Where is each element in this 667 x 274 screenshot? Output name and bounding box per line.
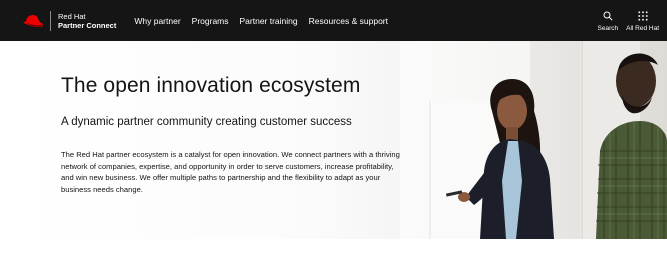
brand-logo-link[interactable]: Red Hat Partner Connect: [0, 0, 116, 41]
nav-link-why-partner[interactable]: Why partner: [134, 16, 180, 26]
search-button[interactable]: Search: [597, 10, 619, 32]
hero-subtitle: A dynamic partner community creating cus…: [61, 116, 352, 128]
brand-wordmark: Red Hat Partner Connect: [58, 12, 116, 30]
hero-banner: The open innovation ecosystem A dynamic …: [20, 41, 667, 239]
brand-line-partner-connect: Partner Connect: [58, 20, 117, 30]
red-hat-logo-icon: [22, 14, 44, 28]
hero-photo: [400, 41, 667, 239]
all-red-hat-button[interactable]: All Red Hat: [626, 10, 659, 32]
grid-icon: [638, 10, 648, 22]
search-label: Search: [597, 24, 619, 32]
nav-link-partner-training[interactable]: Partner training: [240, 16, 298, 26]
top-navigation-bar: Red Hat Partner Connect Why partner Prog…: [0, 0, 667, 41]
nav-link-resources-support[interactable]: Resources & support: [309, 16, 388, 26]
search-icon: [603, 10, 613, 22]
page: Red Hat Partner Connect Why partner Prog…: [0, 0, 667, 274]
hero-title: The open innovation ecosystem: [61, 74, 361, 97]
brand-divider: [50, 10, 51, 31]
brand-line-red-hat: Red Hat: [58, 11, 86, 21]
all-red-hat-label: All Red Hat: [626, 24, 659, 32]
hero-body-text: The Red Hat partner ecosystem is a catal…: [61, 150, 400, 194]
primary-nav: Why partner Programs Partner training Re…: [134, 0, 399, 41]
nav-link-programs[interactable]: Programs: [192, 16, 229, 26]
utility-nav: Search All Red Hat: [590, 0, 659, 41]
hero-text-block: The open innovation ecosystem A dynamic …: [61, 74, 401, 195]
